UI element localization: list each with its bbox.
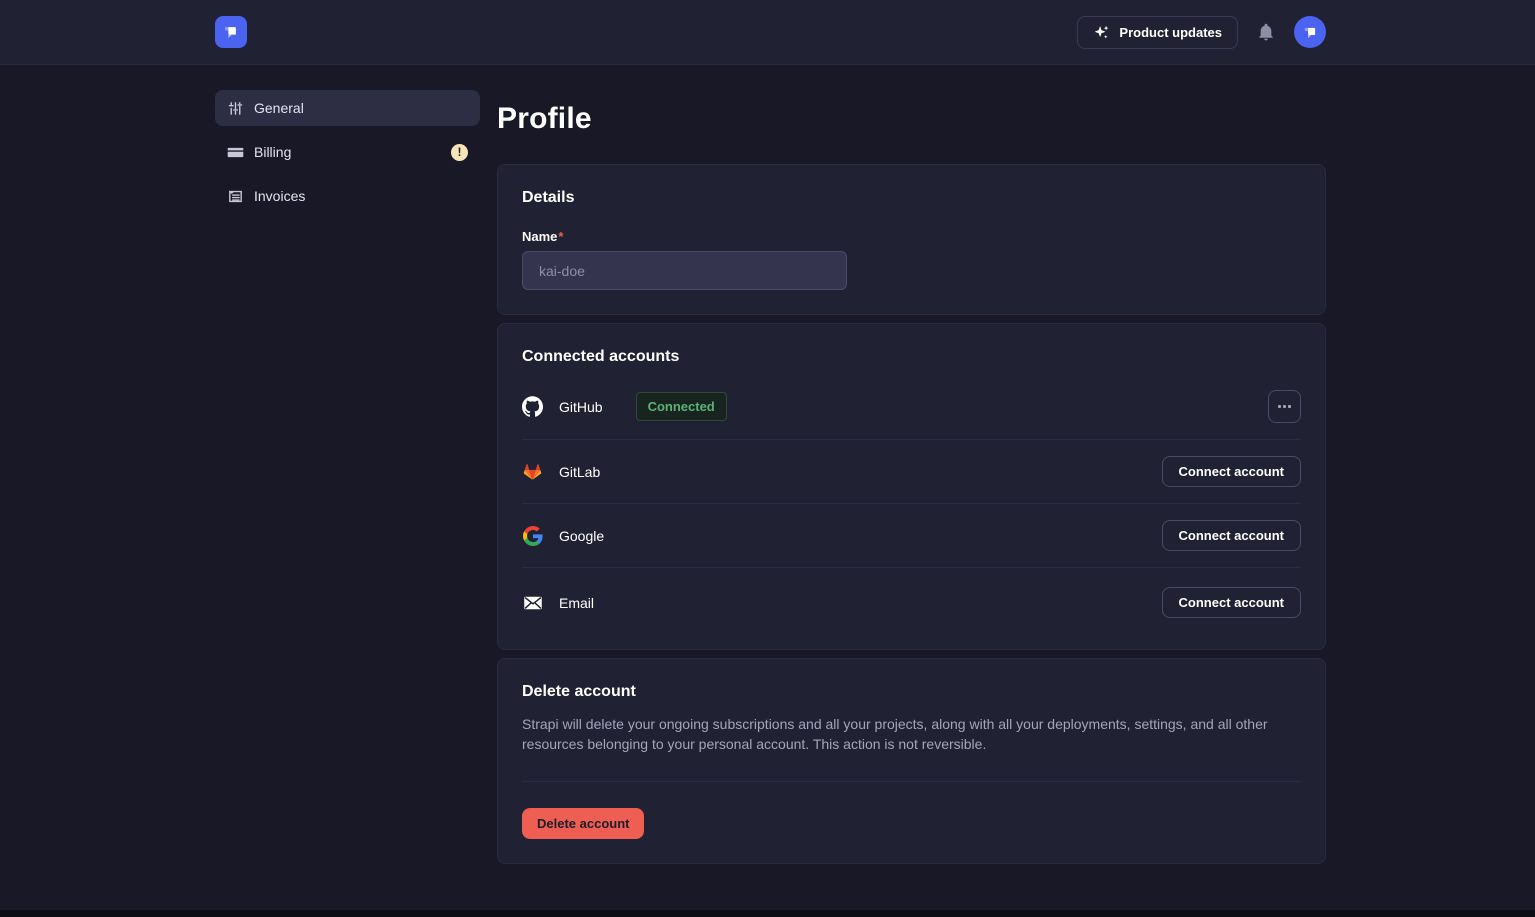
product-updates-label: Product updates [1119, 25, 1222, 40]
sidebar-item-label: General [254, 100, 304, 116]
sidebar-item-invoices[interactable]: Invoices [215, 178, 480, 214]
provider-name: GitHub [559, 399, 603, 415]
sparkles-icon [1093, 24, 1110, 41]
account-row-email: Email Connect account [522, 568, 1301, 625]
gitlab-icon [522, 461, 543, 482]
sidebar-item-general[interactable]: General [215, 90, 480, 126]
avatar-strapi-icon [1302, 24, 1319, 41]
accounts-list: GitHub Connected [522, 374, 1301, 625]
account-row-google: Google Connect account [522, 504, 1301, 568]
sidebar-item-label: Billing [254, 144, 291, 160]
sidebar-item-billing[interactable]: Billing ! [215, 134, 480, 170]
required-asterisk: * [558, 229, 563, 244]
notifications-bell-icon[interactable] [1256, 22, 1276, 42]
account-row-github: GitHub Connected [522, 374, 1301, 440]
github-more-options-button[interactable] [1268, 390, 1301, 423]
details-heading: Details [522, 189, 1301, 207]
email-connect-account-button[interactable]: Connect account [1162, 587, 1301, 618]
strapi-logo[interactable] [215, 16, 247, 48]
name-field-label: Name* [522, 229, 1301, 244]
page-title: Profile [497, 102, 1326, 136]
delete-account-button[interactable]: Delete account [522, 808, 644, 839]
settings-sidebar: General Billing ! Invoices [215, 90, 480, 872]
topbar-actions: Product updates [1077, 16, 1326, 49]
connected-status-badge: Connected [636, 392, 727, 421]
page-content: General Billing ! Invoices [0, 65, 1535, 872]
sliders-icon [227, 100, 244, 117]
google-icon [522, 525, 543, 546]
delete-account-heading: Delete account [522, 683, 1301, 701]
credit-card-icon [227, 144, 244, 161]
bottom-edge-strip [0, 910, 1535, 917]
provider-name: GitLab [559, 464, 600, 480]
delete-account-card: Delete account Strapi will delete your o… [497, 658, 1326, 864]
provider-name: Google [559, 528, 604, 544]
gitlab-connect-account-button[interactable]: Connect account [1162, 456, 1301, 487]
billing-warning-badge: ! [451, 144, 468, 161]
delete-account-description: Strapi will delete your ongoing subscrip… [522, 714, 1301, 755]
profile-main: Profile Details Name* Connected accounts [497, 90, 1326, 872]
connected-accounts-card: Connected accounts GitHub Connected [497, 323, 1326, 650]
account-row-gitlab: GitLab Connect account [522, 440, 1301, 504]
details-card: Details Name* [497, 164, 1326, 315]
topbar: Product updates [0, 0, 1535, 65]
google-connect-account-button[interactable]: Connect account [1162, 520, 1301, 551]
sidebar-item-label: Invoices [254, 188, 305, 204]
strapi-logo-icon [222, 23, 240, 41]
provider-name: Email [559, 595, 594, 611]
product-updates-button[interactable]: Product updates [1077, 16, 1238, 49]
delete-card-divider [522, 781, 1301, 782]
github-icon [522, 396, 543, 417]
email-envelope-icon [522, 592, 543, 613]
user-avatar[interactable] [1294, 16, 1326, 48]
name-input[interactable] [522, 251, 847, 290]
connected-accounts-heading: Connected accounts [522, 348, 1301, 366]
invoice-icon [227, 188, 244, 205]
